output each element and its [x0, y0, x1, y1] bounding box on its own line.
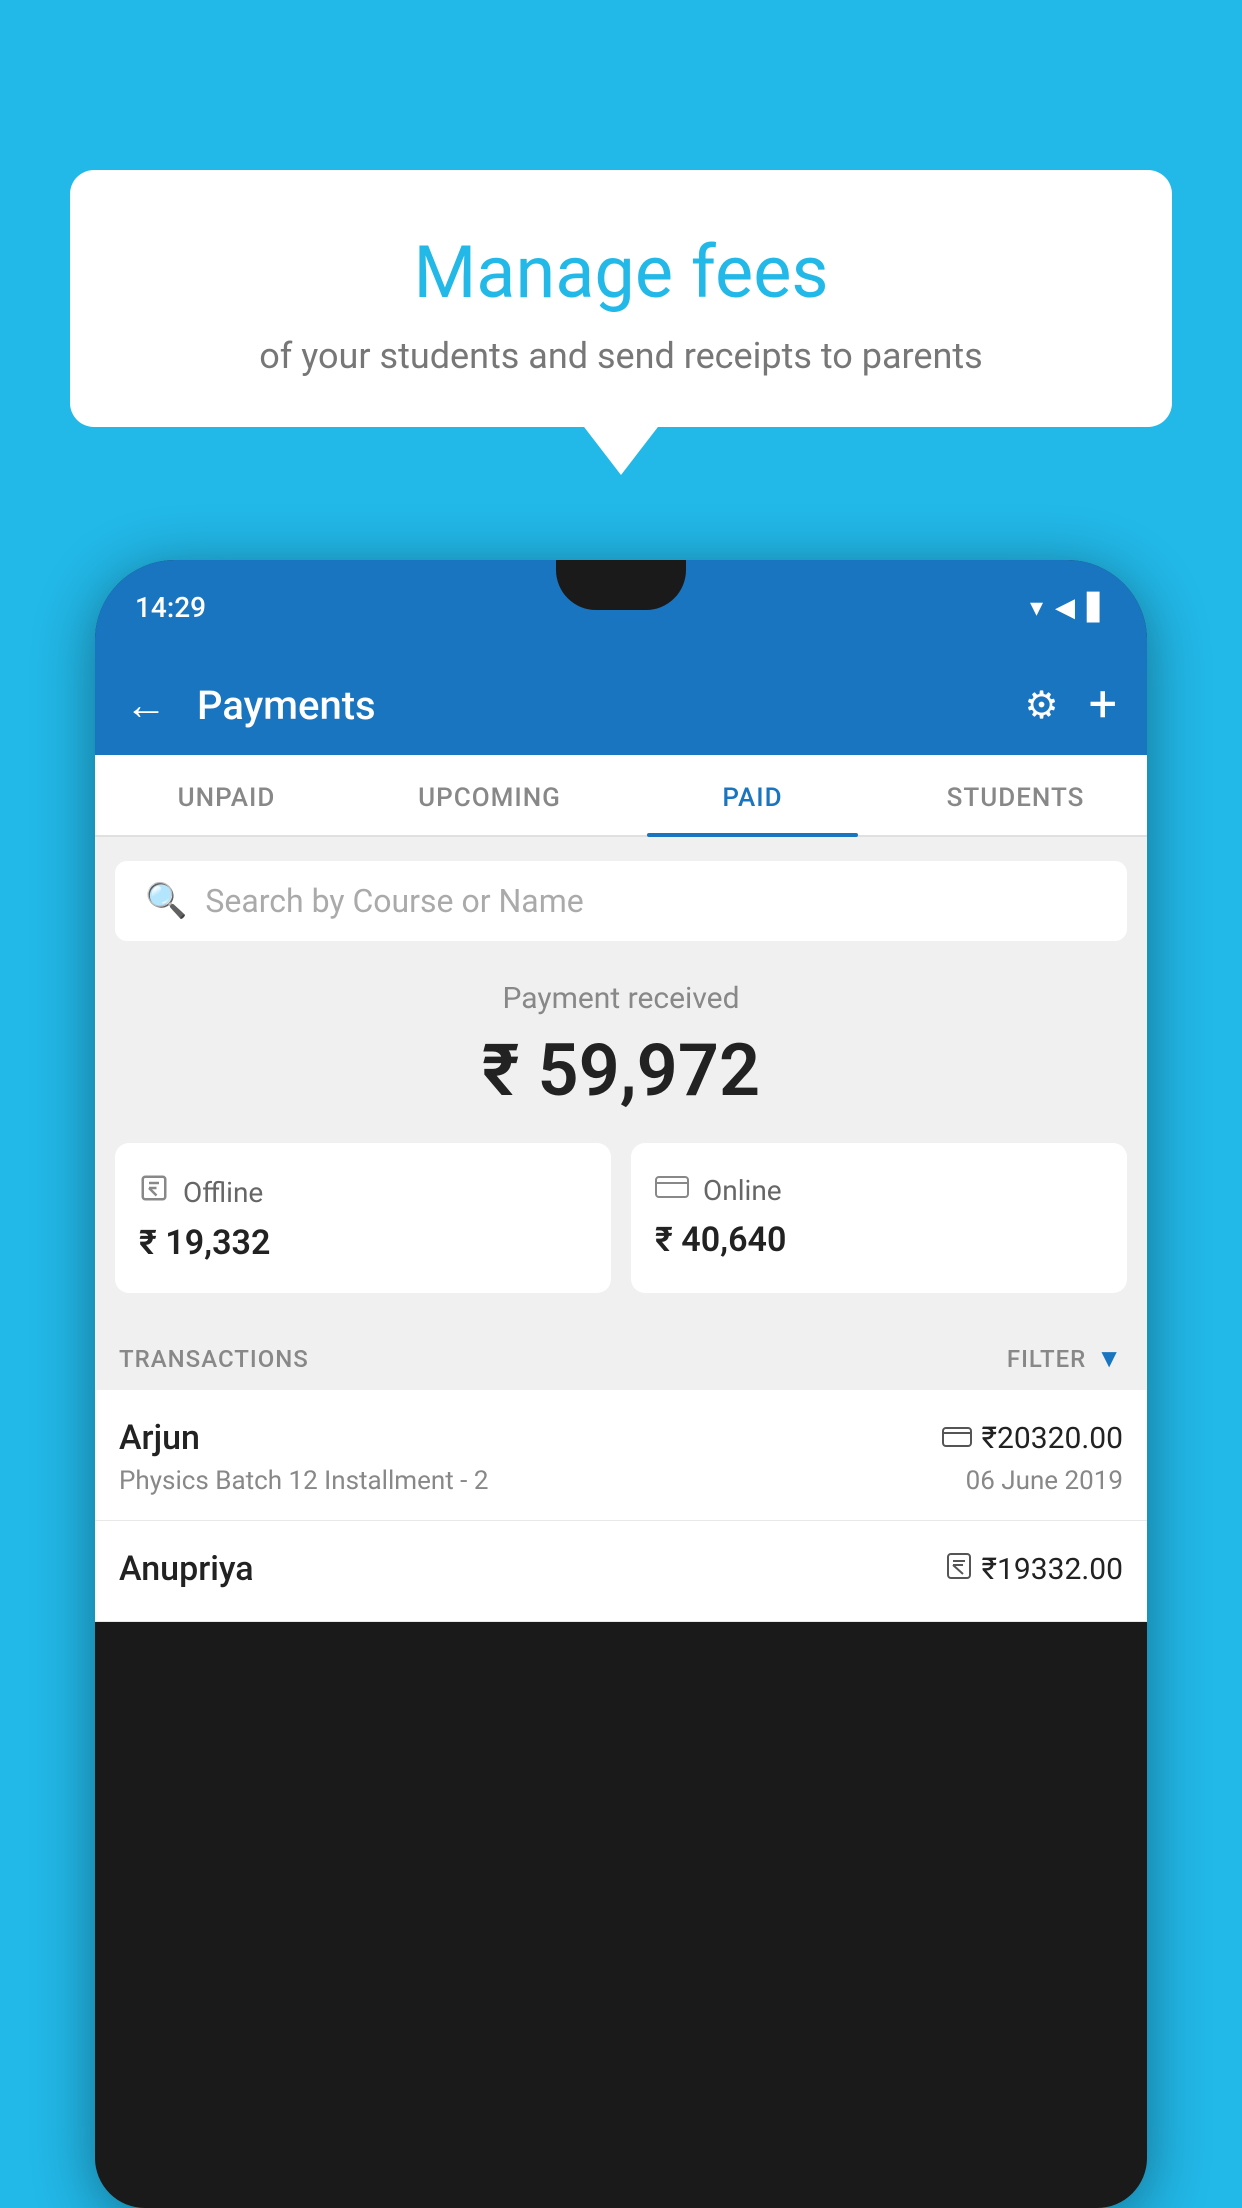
transaction-amount-wrap: ₹20320.00: [942, 1421, 1123, 1456]
online-payment-card: Online ₹ 40,640: [631, 1143, 1127, 1293]
card-payment-icon: [942, 1422, 972, 1455]
online-card-top: Online: [655, 1173, 1103, 1208]
filter-icon: ▼: [1096, 1343, 1123, 1374]
back-button[interactable]: ←: [125, 681, 167, 730]
wifi-icon: ▾: [1030, 593, 1043, 623]
filter-button[interactable]: FILTER ▼: [1007, 1343, 1123, 1374]
transaction-top: Arjun ₹20320.00: [119, 1418, 1123, 1458]
transaction-bottom: Physics Batch 12 Installment - 2 06 June…: [119, 1466, 1123, 1496]
transaction-date: 06 June 2019: [966, 1466, 1123, 1496]
tab-unpaid[interactable]: UNPAID: [95, 755, 358, 835]
transaction-amount-wrap-2: ₹19332.00: [946, 1552, 1123, 1587]
bubble-title: Manage fees: [120, 230, 1122, 315]
status-icons: ▾ ◀ ▋: [1030, 593, 1107, 623]
online-icon: [655, 1173, 689, 1208]
transaction-amount: ₹20320.00: [982, 1421, 1123, 1456]
status-bar: 14:29 ▾ ◀ ▋: [95, 560, 1147, 655]
transaction-course: Physics Batch 12 Installment - 2: [119, 1466, 488, 1496]
rupee-payment-icon: [946, 1552, 972, 1587]
online-label: Online: [703, 1174, 782, 1207]
background: Manage fees of your students and send re…: [0, 0, 1242, 2208]
payment-received-label: Payment received: [115, 981, 1127, 1016]
search-bar[interactable]: 🔍 Search by Course or Name: [115, 861, 1127, 941]
filter-label: FILTER: [1007, 1345, 1086, 1373]
offline-card-top: Offline: [139, 1173, 587, 1211]
signal-icon: ◀: [1055, 593, 1075, 623]
transaction-amount-2: ₹19332.00: [982, 1552, 1123, 1587]
add-button[interactable]: +: [1089, 676, 1117, 734]
tab-upcoming[interactable]: UPCOMING: [358, 755, 621, 835]
status-time: 14:29: [135, 591, 206, 624]
header-title: Payments: [187, 682, 1005, 729]
payment-received-amount: ₹ 59,972: [115, 1028, 1127, 1113]
offline-label: Offline: [183, 1176, 263, 1209]
transaction-name: Arjun: [119, 1418, 200, 1458]
tab-students[interactable]: STUDENTS: [884, 755, 1147, 835]
transaction-name-2: Anupriya: [119, 1549, 254, 1589]
transaction-top: Anupriya ₹19332.00: [119, 1549, 1123, 1589]
offline-payment-card: Offline ₹ 19,332: [115, 1143, 611, 1293]
transactions-header: TRANSACTIONS FILTER ▼: [95, 1323, 1147, 1390]
settings-button[interactable]: ⚙: [1025, 683, 1059, 728]
bubble-subtitle: of your students and send receipts to pa…: [120, 335, 1122, 377]
speech-bubble: Manage fees of your students and send re…: [70, 170, 1172, 427]
tabs: UNPAID UPCOMING PAID STUDENTS: [95, 755, 1147, 837]
search-placeholder: Search by Course or Name: [205, 882, 583, 920]
main-content: 🔍 Search by Course or Name Payment recei…: [95, 837, 1147, 1622]
header-actions: ⚙ +: [1025, 676, 1117, 734]
battery-icon: ▋: [1087, 593, 1107, 623]
search-icon: 🔍: [145, 881, 187, 921]
offline-amount: ₹ 19,332: [139, 1223, 587, 1263]
app-header: ← Payments ⚙ +: [95, 655, 1147, 755]
phone-notch: [556, 560, 686, 610]
online-amount: ₹ 40,640: [655, 1220, 1103, 1260]
transactions-label: TRANSACTIONS: [119, 1345, 309, 1373]
tab-paid[interactable]: PAID: [621, 755, 884, 835]
offline-icon: [139, 1173, 169, 1211]
transaction-row[interactable]: Anupriya ₹19332.00: [95, 1521, 1147, 1622]
transaction-row[interactable]: Arjun ₹20320.00 Physics Batch 12 Install…: [95, 1390, 1147, 1521]
phone-frame: 14:29 ▾ ◀ ▋ ← Payments ⚙ + UNPAID UPCOMI…: [95, 560, 1147, 2208]
payment-cards: Offline ₹ 19,332 Online: [95, 1143, 1147, 1323]
payment-received-section: Payment received ₹ 59,972: [95, 941, 1147, 1143]
